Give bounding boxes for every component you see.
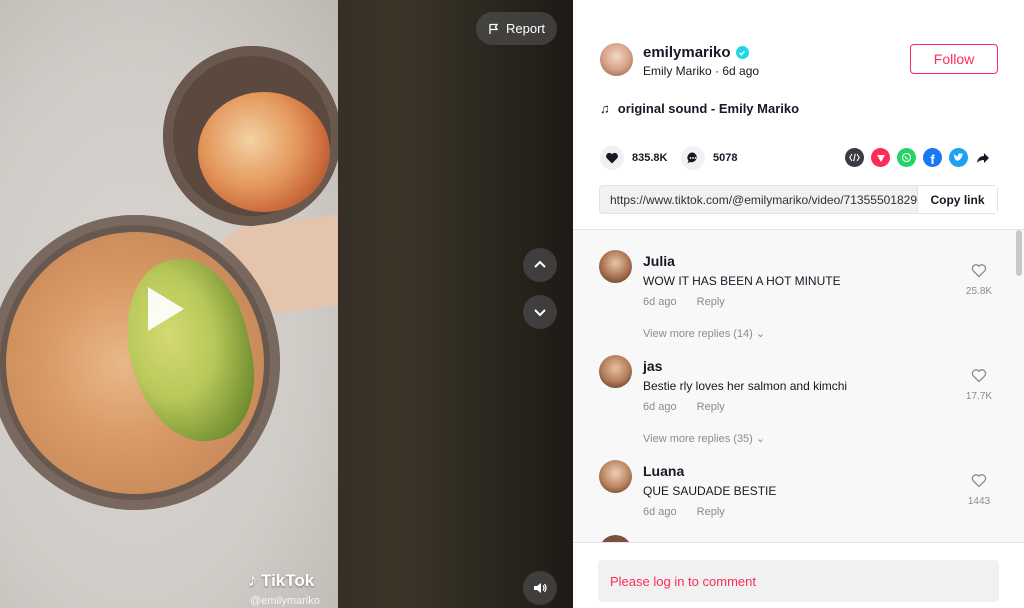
heart-outline-icon <box>971 474 987 488</box>
like-button[interactable] <box>600 146 624 170</box>
play-icon[interactable] <box>148 287 184 331</box>
comment-time: 6d ago <box>643 296 677 308</box>
whatsapp-icon[interactable] <box>897 148 916 167</box>
reply-button[interactable]: Reply <box>697 401 725 413</box>
verified-badge-icon <box>735 46 749 59</box>
tiktok-brand-label: TikTok <box>261 570 315 590</box>
comments-list[interactable]: Julia WOW IT HAS BEEN A HOT MINUTE 6d ag… <box>573 229 1024 542</box>
commenter-avatar[interactable] <box>599 250 632 283</box>
comment-like-button[interactable]: 1443 <box>962 473 996 507</box>
report-button[interactable]: Report <box>476 12 557 45</box>
embed-icon[interactable] <box>845 148 864 167</box>
comment-button[interactable] <box>681 146 705 170</box>
comment-text: QUE SAUDADE BESTIE <box>643 484 777 498</box>
commenter-avatar[interactable] <box>599 355 632 388</box>
comment-time: 6d ago <box>643 506 677 518</box>
video-frame[interactable]: ♪ TikTok @emilymariko <box>0 0 338 608</box>
comment-item: jas Bestie rly loves her salmon and kimc… <box>599 355 999 455</box>
commenter-avatar[interactable] <box>599 535 632 542</box>
chevron-up-icon <box>534 260 546 268</box>
comment-text: WOW IT HAS BEEN A HOT MINUTE <box>643 274 841 288</box>
author-display-name: Emily Mariko <box>643 64 712 78</box>
commenter-name[interactable]: jas <box>643 358 662 374</box>
comment-like-count: 1443 <box>967 496 991 507</box>
heart-icon <box>606 152 618 164</box>
music-label[interactable]: original sound - Emily Mariko <box>618 101 799 116</box>
view-more-replies[interactable]: View more replies (14) ⌄ <box>643 327 765 340</box>
comment-text: Bestie rly loves her salmon and kimchi <box>643 379 848 393</box>
meta-separator: · <box>715 64 720 78</box>
video-link-box: https://www.tiktok.com/@emilymariko/vide… <box>599 185 998 214</box>
tiktok-logo: ♪ TikTok <box>248 570 314 591</box>
view-more-label: View more replies (14) <box>643 328 753 340</box>
author-username[interactable]: emilymariko <box>643 44 731 61</box>
tiktok-note-icon: ♪ <box>248 570 257 590</box>
flag-icon <box>489 23 499 34</box>
like-count: 835.8K <box>632 152 668 164</box>
post-time: 6d ago <box>722 64 760 78</box>
music-note-icon: ♫ <box>600 101 610 116</box>
reply-button[interactable]: Reply <box>697 296 725 308</box>
comment-like-button[interactable]: 25.8K <box>962 263 996 297</box>
speaker-icon <box>534 583 547 593</box>
share-icons: f <box>845 148 991 167</box>
heart-outline-icon <box>971 369 987 383</box>
facebook-icon[interactable]: f <box>923 148 942 167</box>
commenter-name[interactable]: Luana <box>643 463 684 479</box>
share-arrow-icon[interactable] <box>975 148 991 167</box>
comment-count: 5078 <box>713 152 738 164</box>
kimchi-image <box>198 92 330 212</box>
report-label: Report <box>505 21 546 36</box>
comment-time: 6d ago <box>643 401 677 413</box>
commenter-avatar[interactable] <box>599 460 632 493</box>
comment-like-button[interactable]: 17.7K <box>962 368 996 402</box>
next-video-button[interactable] <box>523 295 557 329</box>
video-link-url[interactable]: https://www.tiktok.com/@emilymariko/vide… <box>600 193 917 207</box>
music-link[interactable]: ♫ original sound - Emily Mariko <box>600 101 799 116</box>
comment-item: Julia WOW IT HAS BEEN A HOT MINUTE 6d ag… <box>599 250 999 350</box>
view-more-replies[interactable]: View more replies (35) ⌄ <box>643 432 765 445</box>
like-stat: 835.8K <box>600 146 667 170</box>
twitter-icon[interactable] <box>949 148 968 167</box>
comment-meta: 6d ago Reply <box>643 401 725 413</box>
details-panel: emilymariko Emily Mariko · 6d ago Follow… <box>573 0 1024 608</box>
comment-stat: 5078 <box>681 146 737 170</box>
reply-button[interactable]: Reply <box>697 506 725 518</box>
heart-outline-icon <box>971 264 987 278</box>
comment-meta: 6d ago Reply <box>643 506 725 518</box>
comment-item: Luana QUE SAUDADE BESTIE 6d ago Reply 14… <box>599 460 999 530</box>
author-username-row[interactable]: emilymariko <box>643 44 749 61</box>
comment-bubble-icon <box>687 152 697 164</box>
video-player[interactable]: ♪ TikTok @emilymariko Report <box>0 0 573 608</box>
comment-meta: 6d ago Reply <box>643 296 725 308</box>
previous-video-button[interactable] <box>523 248 557 282</box>
chevron-down-icon: ⌄ <box>755 328 766 340</box>
copy-link-button[interactable]: Copy link <box>917 186 997 213</box>
comment-like-count: 25.8K <box>965 286 993 297</box>
friends-icon[interactable] <box>871 148 890 167</box>
follow-button[interactable]: Follow <box>910 44 998 74</box>
chevron-down-icon <box>534 309 546 317</box>
commenter-name[interactable]: Julia <box>643 253 675 269</box>
view-more-label: View more replies (35) <box>643 433 753 445</box>
chevron-down-icon: ⌄ <box>755 433 766 445</box>
volume-button[interactable] <box>523 571 557 605</box>
author-meta: Emily Mariko · 6d ago <box>643 64 759 78</box>
video-watermark: @emilymariko <box>250 595 320 607</box>
comment-like-count: 17.7K <box>965 391 993 402</box>
login-to-comment-button[interactable]: Please log in to comment <box>598 560 999 602</box>
comment-item-partial <box>599 535 999 542</box>
author-avatar[interactable] <box>600 43 633 76</box>
comments-scrollbar[interactable] <box>1016 230 1022 276</box>
comment-login-bar: Please log in to comment <box>573 542 1024 608</box>
